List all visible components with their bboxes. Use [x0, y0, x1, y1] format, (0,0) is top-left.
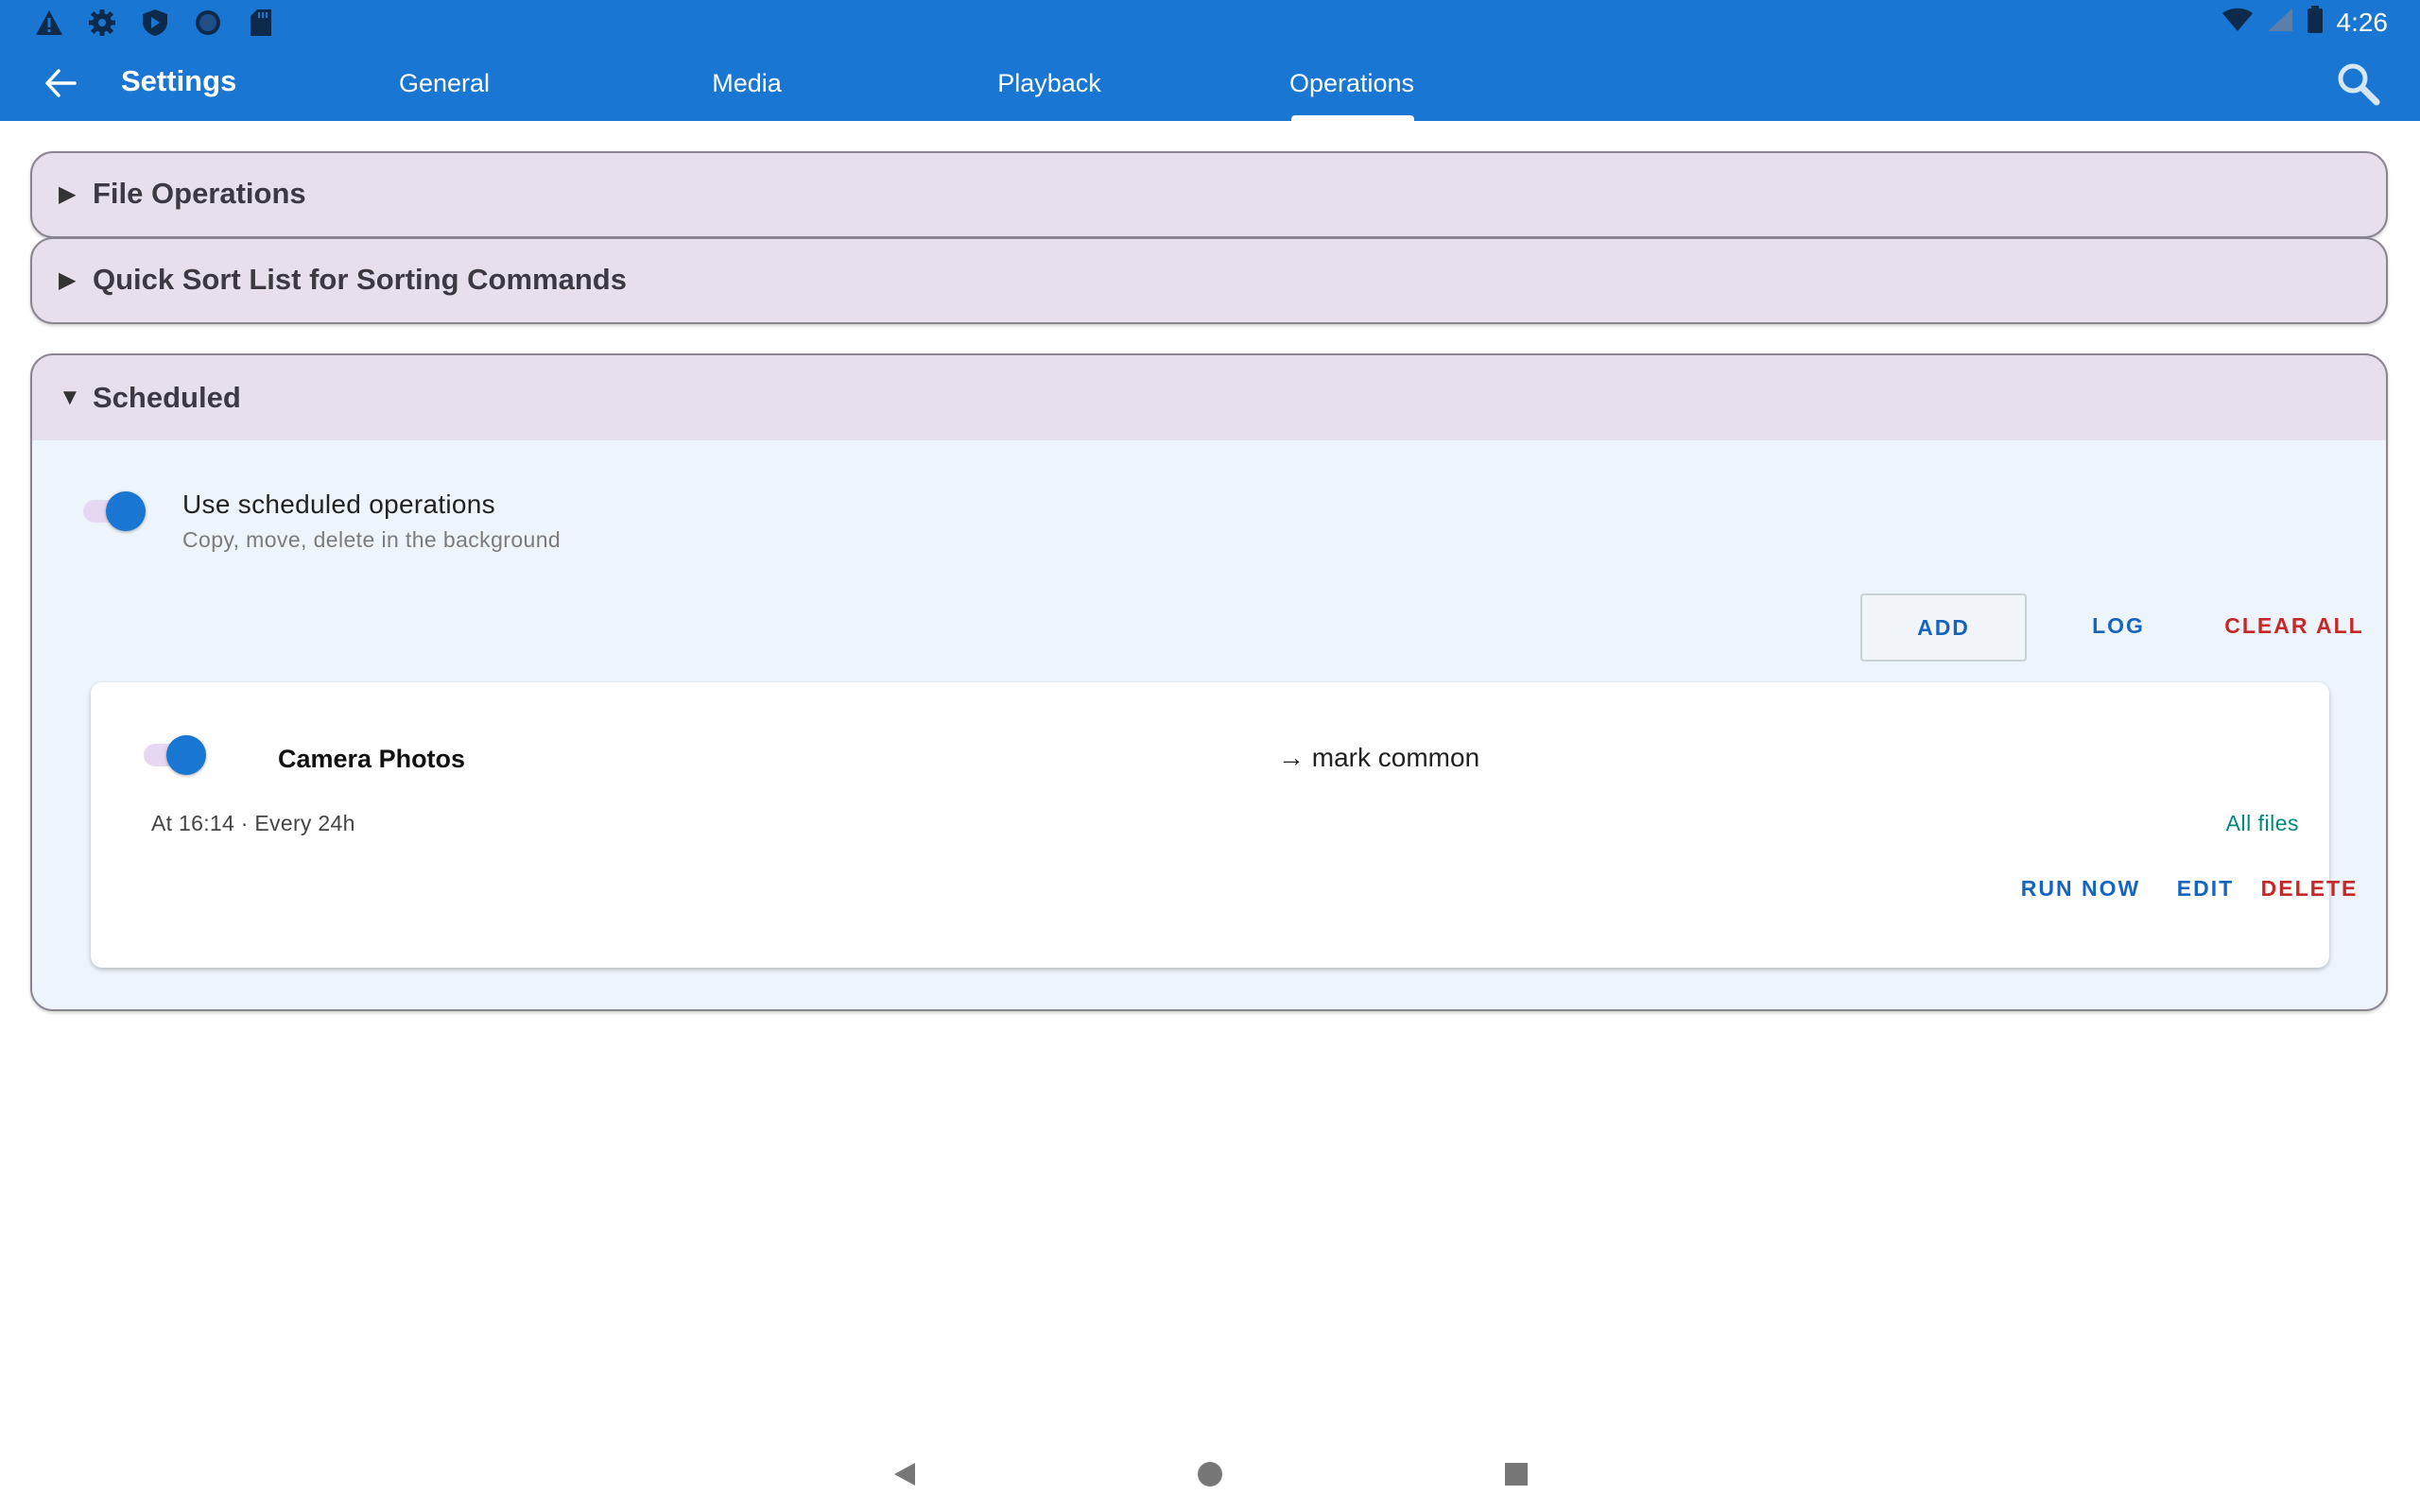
back-button[interactable] [38, 60, 83, 106]
tab-label: Media [712, 68, 782, 97]
arrow-left-icon [45, 69, 77, 97]
tab-media[interactable]: Media [662, 45, 832, 121]
nav-recents-button[interactable] [1494, 1452, 1539, 1497]
run-now-button[interactable]: RUN NOW [2010, 862, 2152, 915]
add-button[interactable]: ADD [1860, 593, 2027, 662]
section-header[interactable]: ▶ Quick Sort List for Sorting Commands [32, 239, 2386, 320]
tab-indicator [1291, 115, 1414, 121]
nav-home-icon [1198, 1462, 1222, 1486]
tab-operations[interactable]: Operations [1257, 45, 1446, 121]
clock: 4:26 [2336, 7, 2389, 37]
warning-icon [34, 8, 64, 38]
edit-button[interactable]: EDIT [2170, 862, 2240, 915]
log-button[interactable]: LOG [2076, 593, 2161, 658]
use-scheduled-toggle[interactable] [83, 491, 146, 531]
wifi-icon [2221, 8, 2254, 37]
signal-icon [2267, 8, 2293, 37]
status-icons-right: 4:26 [2221, 6, 2389, 39]
search-icon [2338, 63, 2380, 106]
section-body: Use scheduled operations Copy, move, del… [32, 440, 2386, 1009]
job-filter: All files [2225, 811, 2299, 835]
page-title: Settings [121, 64, 237, 97]
section-header[interactable]: ▶ File Operations [32, 153, 2386, 234]
tab-label: Operations [1288, 68, 1415, 97]
delete-button[interactable]: DELETE [2256, 862, 2363, 915]
app-bar: Settings General Media Playback Operatio… [0, 45, 2420, 121]
circle-icon [193, 8, 223, 38]
nav-back-icon [894, 1463, 915, 1486]
search-button[interactable] [2333, 59, 2382, 108]
job-target: → mark common [1278, 743, 1480, 772]
sd-card-icon [246, 8, 276, 38]
nav-back-button[interactable] [881, 1452, 926, 1497]
shield-icon [140, 8, 170, 38]
toggle-thumb [106, 491, 146, 531]
collapse-arrow-icon: ▼ [59, 385, 81, 410]
expand-arrow-icon: ▶ [59, 266, 77, 293]
section-header[interactable]: ▼ Scheduled [32, 355, 2386, 440]
section-title: File Operations [93, 177, 306, 210]
section-title: Quick Sort List for Sorting Commands [93, 263, 627, 296]
status-icons-left [34, 8, 276, 38]
navigation-bar [0, 1436, 2420, 1512]
section-title: Scheduled [93, 381, 241, 414]
tab-playback[interactable]: Playback [964, 45, 1134, 121]
tab-label: General [398, 68, 491, 97]
pref-subtitle: Copy, move, delete in the background [182, 527, 562, 552]
battery-icon [2307, 6, 2324, 39]
section-quick-sort[interactable]: ▶ Quick Sort List for Sorting Commands [30, 237, 2388, 324]
status-bar: 4:26 [0, 0, 2420, 45]
nav-home-button[interactable] [1187, 1452, 1233, 1497]
tab-label: Playback [997, 68, 1101, 97]
job-name: Camera Photos [278, 745, 466, 773]
toggle-thumb [166, 735, 206, 775]
pref-title: Use scheduled operations [182, 490, 495, 519]
nav-recents-icon [1505, 1463, 1528, 1486]
scheduled-job-card: Camera Photos → mark common At 16:14 · E… [91, 682, 2356, 968]
section-file-operations[interactable]: ▶ File Operations [30, 151, 2388, 238]
job-enabled-toggle[interactable] [144, 735, 206, 775]
tab-general[interactable]: General [359, 45, 529, 121]
expand-arrow-icon: ▶ [59, 180, 77, 207]
clear-all-button[interactable]: CLEAR ALL [2204, 593, 2384, 658]
section-scheduled: ▼ Scheduled Use scheduled operations Cop… [30, 353, 2388, 1011]
job-schedule: At 16:14 · Every 24h [151, 811, 355, 835]
gear-icon [87, 8, 117, 38]
